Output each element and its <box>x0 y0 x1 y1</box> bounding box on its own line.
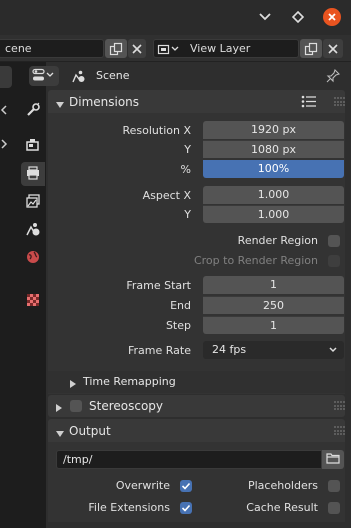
resolution-y-field[interactable]: 1080 px <box>203 140 344 158</box>
aspect-x-label: Aspect X <box>142 189 191 202</box>
dimensions-panel-header[interactable]: Dimensions <box>48 90 345 113</box>
presets-list-icon[interactable] <box>301 95 317 111</box>
view-layer-icon <box>25 193 41 212</box>
output-expand-arrow-icon <box>56 427 64 440</box>
properties-editor-icon <box>32 68 56 85</box>
scene-selector-field[interactable]: cene <box>0 39 104 58</box>
render-region-checkbox[interactable] <box>328 235 340 247</box>
stereoscopy-arrow-icon <box>56 402 62 415</box>
tab-world[interactable] <box>21 246 45 270</box>
time-remapping-arrow-icon <box>70 378 76 391</box>
output-panel-header[interactable]: Output <box>48 419 345 442</box>
output-title: Output <box>69 424 111 438</box>
overwrite-checkbox[interactable] <box>180 480 192 492</box>
resolution-x-label: Resolution X <box>122 124 191 137</box>
world-globe-icon <box>25 249 41 268</box>
output-path-field[interactable]: /tmp/ <box>56 450 322 469</box>
delete-view-layer-icon[interactable] <box>323 39 343 58</box>
dimensions-expand-arrow-icon <box>56 98 64 111</box>
window-titlebar <box>0 0 351 35</box>
crop-to-render-region-checkbox[interactable] <box>328 255 340 267</box>
frame-end-field[interactable]: 250 <box>203 296 344 314</box>
copy-view-layer-icon[interactable] <box>300 39 322 58</box>
frame-rate-dropdown[interactable]: 24 fps <box>203 341 344 359</box>
cache-result-checkbox[interactable] <box>328 502 340 514</box>
tab-render[interactable] <box>21 134 45 158</box>
frame-start-label: Frame Start <box>126 279 191 292</box>
delete-scene-icon[interactable] <box>128 39 146 58</box>
frame-start-field[interactable]: 1 <box>203 276 344 294</box>
drag-handle-icon[interactable] <box>334 401 345 411</box>
render-layers-icon <box>157 42 183 56</box>
expand-arrow-icon[interactable] <box>0 136 12 152</box>
editor-type-dropdown[interactable] <box>29 66 59 86</box>
left-editor-edge <box>0 62 18 528</box>
resolution-y-label: Y <box>184 143 191 156</box>
placeholders-label: Placeholders <box>247 479 318 492</box>
placeholders-checkbox[interactable] <box>328 480 340 492</box>
copy-scene-icon[interactable] <box>105 39 127 58</box>
printer-icon <box>25 165 41 184</box>
checker-texture-icon <box>25 292 41 311</box>
output-panel-body: /tmp/ Overwrite Placeholders File Extens… <box>48 442 345 522</box>
stereoscopy-panel-header[interactable]: Stereoscopy <box>48 395 345 417</box>
render-camera-icon <box>25 137 41 156</box>
workspace-header: cene View Layer <box>0 35 351 62</box>
scene-context-icon <box>72 69 86 86</box>
resolution-percent-slider[interactable]: 100% <box>203 160 344 178</box>
properties-header: Scene <box>29 62 351 89</box>
tab-output[interactable] <box>21 162 45 186</box>
browse-folder-button[interactable] <box>322 450 344 469</box>
maximize-icon[interactable] <box>290 9 306 25</box>
resolution-percent-label: % <box>180 163 191 176</box>
aspect-y-label: Y <box>184 208 191 221</box>
tab-view-layer[interactable] <box>21 190 45 214</box>
chevron-down-icon <box>328 343 338 361</box>
collapse-arrow-icon[interactable] <box>0 102 12 118</box>
close-icon[interactable] <box>323 8 341 26</box>
stereoscopy-checkbox[interactable] <box>70 400 82 412</box>
frame-rate-label: Frame Rate <box>128 344 191 357</box>
tab-texture[interactable] <box>21 289 45 313</box>
wrench-icon <box>25 102 41 121</box>
aspect-x-field[interactable]: 1.000 <box>203 186 344 204</box>
resolution-x-field[interactable]: 1920 px <box>203 121 344 139</box>
editor-type-button[interactable] <box>0 66 12 88</box>
crop-to-render-region-label: Crop to Render Region <box>193 254 318 267</box>
render-region-label: Render Region <box>237 234 318 247</box>
scene-icon <box>25 221 41 240</box>
frame-step-field[interactable]: 1 <box>203 316 344 334</box>
drag-handle-icon[interactable] <box>334 97 345 107</box>
tab-scene[interactable] <box>21 218 45 242</box>
time-remapping-title: Time Remapping <box>83 375 176 388</box>
context-scene-label: Scene <box>96 69 130 82</box>
dimensions-title: Dimensions <box>69 95 140 109</box>
cache-result-label: Cache Result <box>246 501 318 514</box>
properties-editor: Scene Dimensions Resolution X 1920 px Y … <box>29 62 351 528</box>
dimensions-panel-body: Resolution X 1920 px Y 1080 px % 100% As… <box>48 113 345 394</box>
overwrite-label: Overwrite <box>115 479 170 492</box>
aspect-y-field[interactable]: 1.000 <box>203 205 344 223</box>
tab-tool[interactable] <box>21 99 45 123</box>
stereoscopy-title: Stereoscopy <box>89 399 164 413</box>
file-extensions-label: File Extensions <box>88 501 170 514</box>
file-extensions-checkbox[interactable] <box>180 502 192 514</box>
frame-end-label: End <box>170 299 191 312</box>
time-remapping-subpanel-header[interactable]: Time Remapping <box>48 371 345 393</box>
properties-tab-column <box>18 62 46 528</box>
view-layer-name: View Layer <box>190 42 251 55</box>
pin-icon[interactable] <box>326 68 341 86</box>
view-layer-field[interactable]: View Layer <box>153 39 299 58</box>
frame-rate-value: 24 fps <box>212 343 247 356</box>
drag-handle-icon[interactable] <box>334 426 345 436</box>
folder-icon <box>326 452 340 467</box>
frame-step-label: Step <box>165 319 191 332</box>
minimize-icon[interactable] <box>257 9 273 25</box>
